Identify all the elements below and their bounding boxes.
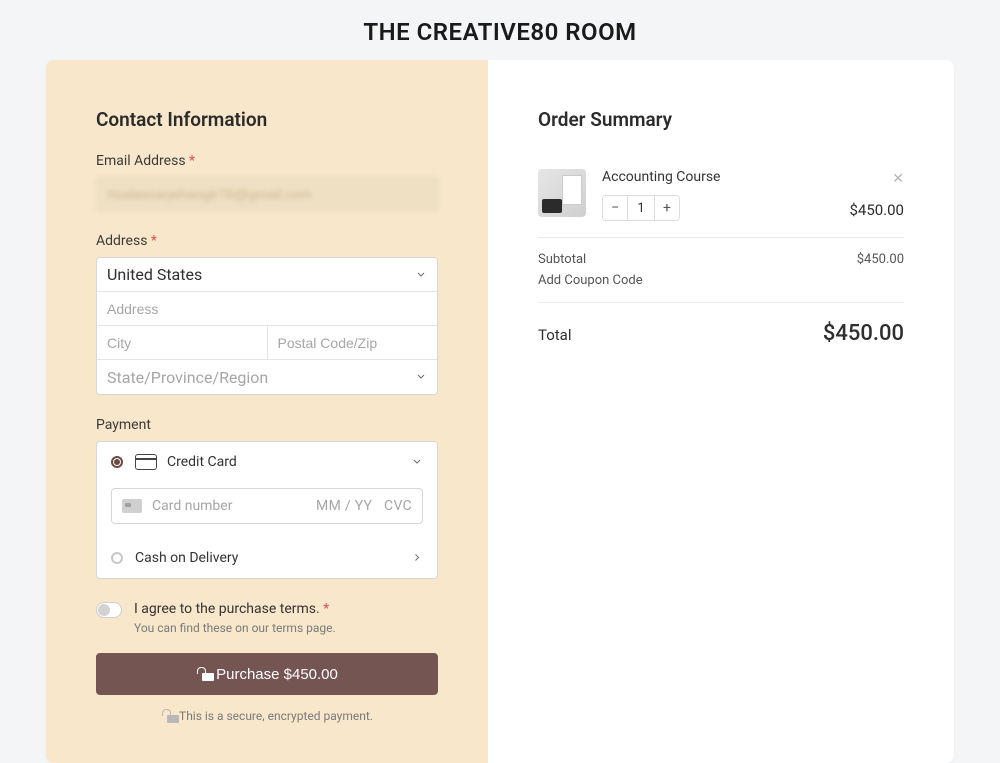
payment-box: Credit Card Card number MM / YY CVC xyxy=(96,441,438,579)
address-label: Address * xyxy=(96,233,438,249)
total-row: Total $450.00 xyxy=(538,303,904,346)
credit-card-label: Credit Card xyxy=(167,454,423,470)
credit-card-icon xyxy=(135,454,157,470)
lock-icon xyxy=(161,709,173,723)
card-number-placeholder: Card number xyxy=(152,498,316,514)
quantity-stepper: − 1 + xyxy=(602,195,680,221)
chevron-down-icon xyxy=(415,265,427,284)
item-price: $450.00 xyxy=(849,201,904,219)
postal-input[interactable] xyxy=(267,326,438,360)
order-summary-heading: Order Summary xyxy=(538,108,904,131)
summary-item: Accounting Course − 1 + $450.00 ✕ xyxy=(538,153,904,238)
subtotal-label: Subtotal xyxy=(538,252,586,267)
city-input[interactable] xyxy=(97,326,267,360)
total-amount: $450.00 xyxy=(823,321,904,346)
email-label-text: Email Address xyxy=(96,153,186,169)
qty-decrease-button[interactable]: − xyxy=(603,196,627,220)
country-select[interactable]: United States xyxy=(97,258,437,292)
card-number-input[interactable]: Card number MM / YY CVC xyxy=(111,488,423,524)
secure-note-text: This is a secure, encrypted payment. xyxy=(179,709,373,723)
chevron-down-icon xyxy=(411,453,423,472)
left-panel: Contact Information Email Address * Addr… xyxy=(46,60,488,763)
card-input-row: Card number MM / YY CVC xyxy=(97,482,437,538)
contact-heading: Contact Information xyxy=(96,108,438,131)
item-main: Accounting Course − 1 + xyxy=(602,169,833,221)
cod-label: Cash on Delivery xyxy=(135,550,423,566)
product-thumbnail xyxy=(538,169,586,217)
payment-label: Payment xyxy=(96,417,438,433)
terms-text: I agree to the purchase terms. * xyxy=(134,601,336,617)
email-field[interactable] xyxy=(96,177,438,211)
required-asterisk: * xyxy=(189,153,195,169)
lock-icon xyxy=(196,667,208,681)
right-panel: Order Summary Accounting Course − 1 + $4… xyxy=(488,60,954,763)
secure-note: This is a secure, encrypted payment. xyxy=(96,709,438,723)
payment-group: Payment Credit Card Card number MM / xyxy=(96,417,438,579)
address-stack: United States State/Province/Region xyxy=(96,257,438,395)
mini-card-icon xyxy=(122,499,142,513)
address-group: Address * United States xyxy=(96,233,438,395)
page-title: THE CREATIVE80 ROOM xyxy=(0,0,1000,60)
required-asterisk: * xyxy=(151,233,157,249)
chevron-right-icon xyxy=(411,549,423,568)
subtotal-row: Subtotal $450.00 xyxy=(538,238,904,267)
payment-cod-row[interactable]: Cash on Delivery xyxy=(97,538,437,578)
total-label: Total xyxy=(538,326,572,344)
cvc-placeholder: CVC xyxy=(384,498,412,514)
required-asterisk: * xyxy=(323,601,329,617)
radio-unselected-icon xyxy=(111,552,123,564)
terms-subtext: You can find these on our terms page. xyxy=(134,621,336,635)
subtotal-section: Subtotal $450.00 Add Coupon Code xyxy=(538,238,904,303)
checkout-container: Contact Information Email Address * Addr… xyxy=(46,60,954,763)
remove-item-button[interactable]: ✕ xyxy=(892,171,904,187)
qty-value: 1 xyxy=(627,196,655,220)
item-name: Accounting Course xyxy=(602,169,833,185)
terms-row: I agree to the purchase terms. * You can… xyxy=(96,601,438,635)
email-group: Email Address * xyxy=(96,153,438,211)
country-value: United States xyxy=(107,265,202,284)
address-input[interactable] xyxy=(97,292,437,326)
subtotal-value: $450.00 xyxy=(857,252,904,267)
terms-toggle[interactable] xyxy=(96,602,122,618)
payment-credit-card-row[interactable]: Credit Card xyxy=(97,442,437,482)
state-placeholder: State/Province/Region xyxy=(107,368,268,387)
purchase-button-label: Purchase $450.00 xyxy=(216,666,338,683)
chevron-down-icon xyxy=(415,368,427,387)
address-label-text: Address xyxy=(96,233,147,249)
qty-increase-button[interactable]: + xyxy=(655,196,679,220)
add-coupon-link[interactable]: Add Coupon Code xyxy=(538,273,904,288)
radio-selected-icon xyxy=(111,456,123,468)
state-select[interactable]: State/Province/Region xyxy=(97,360,437,394)
terms-main-text: I agree to the purchase terms. xyxy=(134,601,320,617)
expiry-placeholder: MM / YY xyxy=(316,498,372,514)
email-label: Email Address * xyxy=(96,153,438,169)
